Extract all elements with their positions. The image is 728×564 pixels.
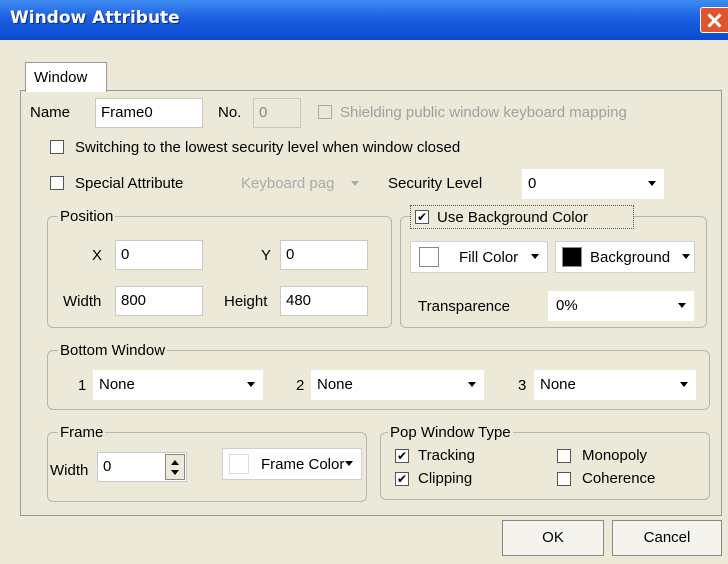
tab-window[interactable]: Window (25, 62, 107, 92)
special-attribute-label: Special Attribute (75, 175, 184, 192)
security-level-value: 0 (528, 175, 537, 192)
chevron-down-icon (531, 254, 539, 259)
background-color-swatch (562, 247, 582, 267)
tracking-checkbox[interactable]: ✔ (395, 449, 409, 463)
bottom-window-2-select[interactable]: None (311, 370, 484, 400)
use-background-label: Use Background Color (437, 209, 588, 226)
name-label: Name (30, 104, 71, 121)
title-bar: Window Attribute (0, 0, 728, 40)
switching-checkbox[interactable] (50, 140, 64, 154)
chevron-down-icon (678, 303, 686, 308)
background-color-label: Background (590, 249, 671, 266)
keyboard-select: Keyboard pag (235, 169, 367, 199)
close-button[interactable] (700, 7, 728, 33)
monopoly-checkbox[interactable] (557, 449, 571, 463)
window-title: Window Attribute (10, 8, 180, 28)
shielding-label: Shielding public window keyboard mapping (340, 104, 627, 121)
width-input[interactable]: 800 (115, 286, 203, 316)
position-legend: Position (58, 208, 116, 225)
name-input[interactable]: Frame0 (95, 98, 203, 128)
number-field: 0 (253, 98, 301, 128)
cancel-button[interactable]: Cancel (612, 520, 722, 556)
clipping-check-mark: ✔ (396, 472, 408, 486)
transparence-select[interactable]: 0% (548, 291, 694, 321)
fill-color-swatch (419, 247, 439, 267)
use-background-check-mark: ✔ (416, 210, 428, 224)
keyboard-select-value: Keyboard pag (241, 175, 335, 192)
bottom-window-3-value: None (540, 376, 576, 393)
background-color-button[interactable]: Background (555, 241, 695, 273)
transparence-value: 0% (556, 297, 578, 314)
frame-width-label: Width (50, 462, 89, 479)
monopoly-label: Monopoly (582, 447, 648, 464)
width-label: Width (63, 293, 102, 310)
bottom-window-2-value: None (317, 376, 353, 393)
use-background-checkbox[interactable]: ✔ (415, 210, 429, 224)
y-label: Y (261, 247, 272, 264)
coherence-checkbox[interactable] (557, 472, 571, 486)
clipping-checkbox[interactable]: ✔ (395, 472, 409, 486)
tracking-check-mark: ✔ (396, 449, 408, 463)
bottom-window-1-select[interactable]: None (93, 370, 263, 400)
coherence-label: Coherence (582, 470, 656, 487)
bottom-window-legend: Bottom Window (58, 342, 168, 359)
bottom-window-3-number: 3 (518, 377, 527, 394)
security-level-select[interactable]: 0 (522, 169, 664, 199)
x-input[interactable]: 0 (115, 240, 203, 270)
chevron-down-icon (351, 181, 359, 186)
switching-label: Switching to the lowest security level w… (75, 139, 461, 156)
chevron-down-icon (345, 461, 353, 466)
transparence-label: Transparence (418, 298, 510, 315)
bottom-window-3-select[interactable]: None (534, 370, 696, 400)
fill-color-button[interactable]: Fill Color (410, 241, 548, 273)
frame-color-label: Frame Color (261, 456, 345, 473)
frame-color-button[interactable]: Frame Color (222, 448, 362, 480)
x-label: X (92, 247, 103, 264)
height-label: Height (224, 293, 268, 310)
chevron-down-icon (682, 254, 690, 259)
pop-window-legend: Pop Window Type (388, 424, 513, 441)
fill-color-label: Fill Color (459, 249, 519, 266)
ok-button[interactable]: OK (502, 520, 604, 556)
height-input[interactable]: 480 (280, 286, 368, 316)
special-attribute-checkbox[interactable] (50, 176, 64, 190)
clipping-label: Clipping (418, 470, 473, 487)
frame-width-spinner[interactable] (165, 454, 185, 480)
frame-color-swatch (229, 454, 249, 474)
number-label: No. (218, 104, 242, 121)
pop-window-group (380, 432, 710, 500)
chevron-down-icon (648, 181, 656, 186)
security-level-label: Security Level (388, 175, 483, 192)
bottom-window-2-number: 2 (296, 377, 305, 394)
tracking-label: Tracking (418, 447, 475, 464)
bottom-window-1-number: 1 (78, 377, 87, 394)
chevron-down-icon (680, 382, 688, 387)
y-input[interactable]: 0 (280, 240, 368, 270)
shielding-checkbox[interactable] (318, 105, 332, 119)
chevron-down-icon (468, 382, 476, 387)
frame-legend: Frame (58, 424, 106, 441)
chevron-down-icon (247, 382, 255, 387)
bottom-window-1-value: None (99, 376, 135, 393)
